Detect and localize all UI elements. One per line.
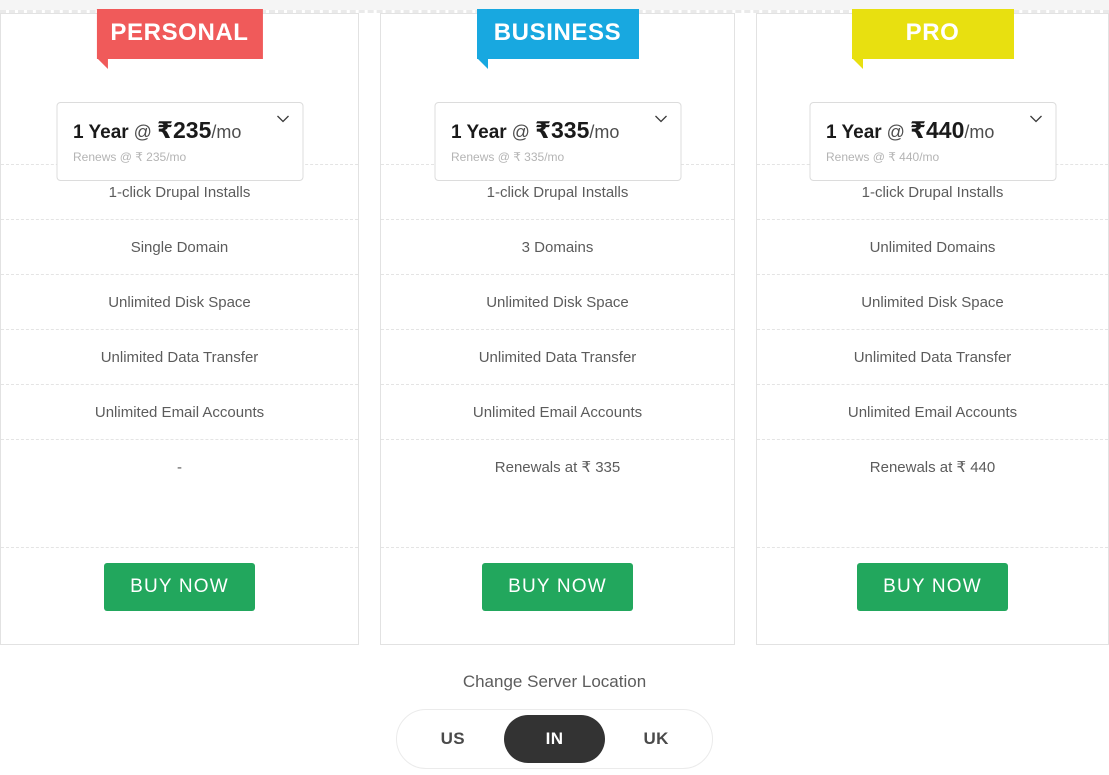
ribbon-tail-icon — [476, 58, 488, 69]
feature-list-personal: 1-click Drupal Installs Single Domain Un… — [1, 164, 358, 547]
term-renewal-note: Renews @ ₹ 235/mo — [73, 150, 187, 164]
plan-name-label: PERSONAL — [110, 19, 249, 46]
plan-name-label: PRO — [905, 19, 960, 46]
term-price-value: 440 — [925, 117, 965, 143]
plan-header-business: BUSINESS 1 Year @ ₹335/mo Renews @ ₹ 335… — [381, 9, 734, 181]
term-currency-symbol: ₹ — [534, 117, 551, 143]
plan-header-personal: PERSONAL 1 Year @ ₹235/mo Renews @ ₹ 235… — [1, 9, 358, 181]
term-price-value: 235 — [172, 117, 212, 143]
term-select-personal[interactable]: 1 Year @ ₹235/mo Renews @ ₹ 235/mo — [56, 102, 303, 181]
feature-list-business: 1-click Drupal Installs 3 Domains Unlimi… — [381, 164, 734, 547]
buy-now-button[interactable]: BUY NOW — [857, 563, 1008, 611]
term-price-value: 335 — [550, 117, 590, 143]
term-renewal-note: Renews @ ₹ 440/mo — [826, 150, 940, 164]
feature-row: Renewals at ₹ 335 — [381, 439, 734, 494]
plan-name-label: BUSINESS — [493, 19, 622, 46]
plan-name-ribbon-personal: PERSONAL — [96, 9, 263, 69]
feature-row: Unlimited Disk Space — [1, 274, 358, 329]
feature-row: - — [1, 439, 358, 494]
server-location-option-uk[interactable]: UK — [605, 715, 707, 763]
feature-list-pro: 1-click Drupal Installs Unlimited Domain… — [757, 164, 1108, 547]
server-location-section: Change Server Location US IN UK — [0, 672, 1109, 769]
term-at-symbol: @ — [886, 122, 905, 142]
feature-row: 3 Domains — [381, 219, 734, 274]
term-duration: 1 Year — [826, 122, 882, 143]
chevron-down-icon[interactable] — [654, 115, 667, 123]
buy-area-business: BUY NOW — [381, 547, 734, 644]
buy-area-personal: BUY NOW — [1, 547, 358, 644]
feature-row: Unlimited Email Accounts — [1, 384, 358, 439]
feature-row: Single Domain — [1, 219, 358, 274]
feature-row: Unlimited Email Accounts — [757, 384, 1108, 439]
buy-area-pro: BUY NOW — [757, 547, 1108, 644]
plan-card-personal: PERSONAL 1 Year @ ₹235/mo Renews @ ₹ 235… — [0, 9, 359, 645]
term-price-line: 1 Year @ ₹335/mo — [451, 117, 664, 144]
plan-header-pro: PRO 1 Year @ ₹440/mo Renews @ ₹ 440/mo — [757, 9, 1108, 181]
term-duration: 1 Year — [451, 122, 507, 143]
feature-row: Renewals at ₹ 440 — [757, 439, 1108, 494]
feature-row: Unlimited Email Accounts — [381, 384, 734, 439]
term-duration: 1 Year — [73, 122, 129, 143]
term-currency-symbol: ₹ — [909, 117, 926, 143]
term-period-suffix: /mo — [211, 122, 242, 142]
ribbon-tail-icon — [96, 58, 108, 69]
chevron-down-icon[interactable] — [276, 115, 289, 123]
term-price-line: 1 Year @ ₹235/mo — [73, 117, 286, 144]
buy-now-button[interactable]: BUY NOW — [482, 563, 633, 611]
feature-row: Unlimited Data Transfer — [381, 329, 734, 384]
server-location-option-us[interactable]: US — [402, 715, 504, 763]
plan-name-ribbon-pro: PRO — [851, 9, 1014, 69]
server-location-option-in[interactable]: IN — [503, 715, 606, 763]
feature-row: Unlimited Domains — [757, 219, 1108, 274]
feature-row: Unlimited Disk Space — [381, 274, 734, 329]
buy-now-button[interactable]: BUY NOW — [104, 563, 255, 611]
term-at-symbol: @ — [511, 122, 530, 142]
server-location-toggle: US IN UK — [396, 709, 713, 769]
term-renewal-note: Renews @ ₹ 335/mo — [451, 150, 565, 164]
term-select-pro[interactable]: 1 Year @ ₹440/mo Renews @ ₹ 440/mo — [809, 102, 1056, 181]
feature-row: Unlimited Data Transfer — [1, 329, 358, 384]
plan-card-business: BUSINESS 1 Year @ ₹335/mo Renews @ ₹ 335… — [380, 9, 735, 645]
plan-name-ribbon-business: BUSINESS — [476, 9, 639, 69]
term-currency-symbol: ₹ — [156, 117, 173, 143]
term-period-suffix: /mo — [964, 122, 995, 142]
ribbon-tail-icon — [851, 58, 863, 69]
term-period-suffix: /mo — [589, 122, 620, 142]
term-select-business[interactable]: 1 Year @ ₹335/mo Renews @ ₹ 335/mo — [434, 102, 681, 181]
term-at-symbol: @ — [133, 122, 152, 142]
plan-card-pro: PRO 1 Year @ ₹440/mo Renews @ ₹ 440/mo 1… — [756, 9, 1109, 645]
term-price-line: 1 Year @ ₹440/mo — [826, 117, 1039, 144]
server-location-title: Change Server Location — [462, 672, 647, 691]
chevron-down-icon[interactable] — [1029, 115, 1042, 123]
feature-row: Unlimited Disk Space — [757, 274, 1108, 329]
feature-row: Unlimited Data Transfer — [757, 329, 1108, 384]
pricing-plans-row: PERSONAL 1 Year @ ₹235/mo Renews @ ₹ 235… — [0, 9, 1109, 645]
